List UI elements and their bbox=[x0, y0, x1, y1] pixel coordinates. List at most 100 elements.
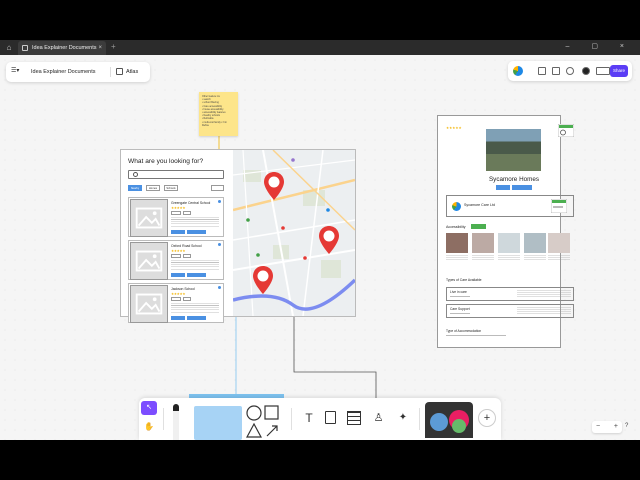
browser-tab-bar: ⌂ Idea Explainer Documents × + – ▢ × bbox=[0, 40, 640, 55]
zoom-controls: − + bbox=[592, 421, 622, 433]
atlas-button[interactable]: Atlas bbox=[116, 62, 138, 82]
school-name: Greengate Central School bbox=[171, 201, 211, 205]
school-description bbox=[171, 260, 219, 270]
favorite-icon[interactable] bbox=[218, 200, 221, 203]
accessibility-photo bbox=[524, 233, 546, 253]
search-map-frame[interactable]: What are you looking for? Nearby Homes S… bbox=[120, 149, 356, 323]
sticky-note[interactable]: Other feature ins • search • school filt… bbox=[199, 92, 238, 136]
accessibility-caption bbox=[498, 255, 520, 261]
school-name: Oxford Road School bbox=[171, 244, 202, 248]
school-rating: ★★★★★ bbox=[171, 249, 186, 253]
filter-homes[interactable]: Homes bbox=[146, 185, 160, 191]
card-tool-icon[interactable] bbox=[325, 411, 336, 424]
school-rating: ★★★★★ bbox=[171, 292, 186, 296]
map-pin-icon bbox=[319, 226, 339, 254]
property-name: Sycamore Homes bbox=[488, 176, 540, 183]
collaborator-avatar[interactable] bbox=[582, 67, 590, 75]
accessibility-photo bbox=[446, 233, 468, 253]
frames-icon[interactable] bbox=[538, 67, 546, 75]
company-name: Sycamore Care Ltd bbox=[464, 203, 495, 207]
sticky-line: Refine bbox=[202, 123, 209, 127]
school-tag bbox=[183, 254, 191, 258]
favorite-icon[interactable] bbox=[218, 286, 221, 289]
accommodation-heading: Type of Accommodation bbox=[446, 329, 482, 333]
sticky-note-tool[interactable] bbox=[194, 406, 242, 440]
school-details-button[interactable] bbox=[187, 316, 206, 320]
whiteboard-canvas[interactable]: ☰▾ Idea Explainer Documents Atlas Share … bbox=[0, 55, 640, 440]
help-button[interactable]: ? bbox=[625, 423, 628, 429]
accessibility-caption bbox=[472, 255, 494, 261]
layout-icon[interactable] bbox=[552, 67, 560, 75]
care-type-card[interactable]: Care Support bbox=[446, 304, 574, 318]
school-details-button[interactable] bbox=[187, 230, 206, 234]
window-controls[interactable]: – ▢ × bbox=[566, 42, 634, 50]
school-card[interactable]: Oxford Road School ★★★★★ bbox=[128, 240, 224, 280]
divider bbox=[110, 67, 111, 77]
filter-nearby[interactable]: Nearby bbox=[128, 185, 142, 191]
school-description bbox=[171, 303, 219, 313]
pen-tool-icon[interactable] bbox=[173, 404, 179, 440]
shapes-tool-icon[interactable] bbox=[245, 404, 281, 440]
school-contact-button[interactable] bbox=[171, 316, 185, 320]
stickers-tool[interactable] bbox=[425, 402, 473, 438]
document-title[interactable]: Idea Explainer Documents bbox=[31, 62, 96, 82]
menu-button[interactable]: ☰▾ bbox=[11, 67, 25, 77]
hand-tool-icon[interactable]: ✋ bbox=[142, 420, 156, 434]
school-card[interactable]: Jackson School ★★★★★ bbox=[128, 283, 224, 323]
school-details-button[interactable] bbox=[187, 273, 206, 277]
ai-tool-icon[interactable]: ✦ bbox=[395, 410, 411, 426]
care-type-description bbox=[517, 290, 571, 298]
presence-icon[interactable] bbox=[596, 67, 610, 75]
care-type-card[interactable]: Live in care bbox=[446, 287, 574, 301]
school-contact-button[interactable] bbox=[171, 273, 185, 277]
home-icon[interactable]: ⌂ bbox=[4, 43, 14, 52]
stamp-tool-icon[interactable]: ♙ bbox=[372, 410, 385, 426]
search-icon bbox=[133, 172, 138, 177]
search-heading: What are you looking for? bbox=[128, 158, 204, 165]
tab-idea-explainer[interactable]: Idea Explainer Documents × bbox=[18, 41, 106, 55]
property-profile-frame[interactable]: ★★★★★ Sycamore Homes Sycamore Care Ltd A… bbox=[437, 115, 574, 348]
accessibility-photo bbox=[472, 233, 494, 253]
tab-close-icon[interactable]: × bbox=[98, 41, 102, 55]
select-tool-icon[interactable]: ↖ bbox=[141, 401, 157, 415]
text-tool-icon[interactable]: T bbox=[301, 410, 317, 426]
school-tag bbox=[171, 254, 181, 258]
share-button[interactable]: Share bbox=[610, 65, 628, 77]
map-view[interactable] bbox=[233, 150, 355, 316]
new-tab-button[interactable]: + bbox=[111, 42, 116, 52]
property-call-button[interactable] bbox=[496, 185, 510, 190]
zoom-out-button[interactable]: − bbox=[596, 421, 600, 433]
school-rating: ★★★★★ bbox=[171, 206, 186, 210]
care-type-description bbox=[517, 307, 571, 315]
accessibility-photo bbox=[548, 233, 570, 253]
table-tool-icon[interactable] bbox=[347, 411, 361, 425]
collaboration-toolbar: Share bbox=[508, 61, 632, 81]
atlas-icon bbox=[116, 68, 123, 75]
divider bbox=[419, 408, 420, 430]
divider bbox=[450, 313, 470, 314]
search-input[interactable] bbox=[128, 170, 224, 179]
image-placeholder-icon bbox=[130, 242, 168, 280]
divider bbox=[163, 408, 164, 430]
school-name: Jackson School bbox=[171, 287, 195, 291]
filter-schools[interactable]: Schools bbox=[164, 185, 178, 191]
user-avatar[interactable] bbox=[513, 66, 523, 76]
rating-badge-icon bbox=[551, 199, 567, 213]
care-type-name: Live in care bbox=[450, 290, 467, 294]
screen: ⌂ Idea Explainer Documents × + – ▢ × ☰▾ … bbox=[0, 0, 640, 480]
accessibility-badge bbox=[471, 224, 486, 229]
divider bbox=[450, 296, 470, 297]
tab-title: Idea Explainer Documents bbox=[32, 45, 97, 51]
accessibility-caption bbox=[446, 255, 468, 261]
school-contact-button[interactable] bbox=[171, 230, 185, 234]
favorite-icon[interactable] bbox=[218, 243, 221, 246]
care-type-name: Care Support bbox=[450, 307, 470, 311]
school-card[interactable]: Greengate Central School ★★★★★ bbox=[128, 197, 224, 237]
property-enquire-button[interactable] bbox=[512, 185, 532, 190]
accessibility-heading: Accessibility bbox=[446, 225, 466, 229]
company-card[interactable]: Sycamore Care Ltd bbox=[446, 195, 574, 217]
comment-icon[interactable] bbox=[566, 67, 574, 75]
add-tool-button[interactable]: + bbox=[478, 409, 496, 427]
zoom-in-button[interactable]: + bbox=[614, 421, 618, 433]
filter-dropdown[interactable] bbox=[211, 185, 224, 191]
